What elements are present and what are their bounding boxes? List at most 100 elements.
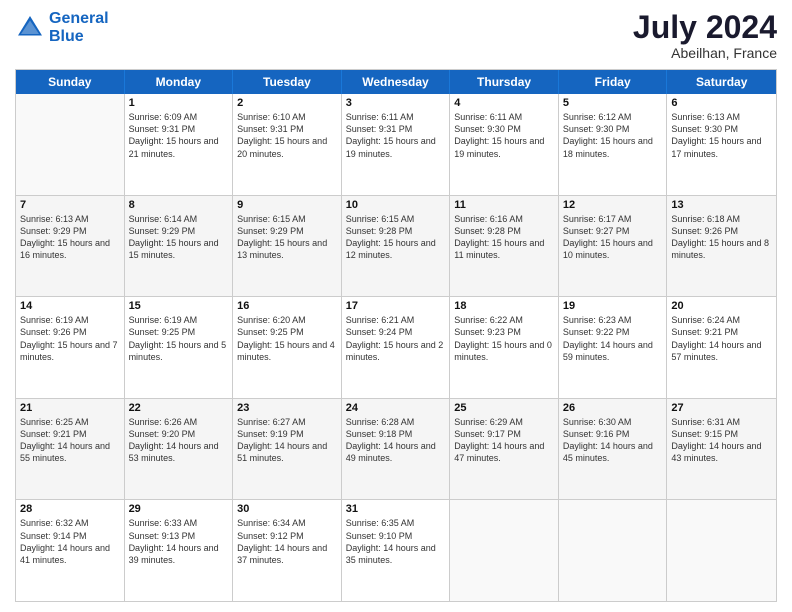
cell-details: Sunrise: 6:18 AM Sunset: 9:26 PM Dayligh… <box>671 213 772 262</box>
day-number: 25 <box>454 402 554 414</box>
calendar-body: 1 Sunrise: 6:09 AM Sunset: 9:31 PM Daylig… <box>16 94 776 601</box>
calendar-week-2: 7 Sunrise: 6:13 AM Sunset: 9:29 PM Daylig… <box>16 195 776 297</box>
cell-details: Sunrise: 6:13 AM Sunset: 9:30 PM Dayligh… <box>671 111 772 160</box>
day-number: 18 <box>454 300 554 312</box>
calendar-cell: 16Sunrise: 6:20 AM Sunset: 9:25 PM Dayli… <box>233 297 342 398</box>
cell-details: Sunrise: 6:16 AM Sunset: 9:28 PM Dayligh… <box>454 213 554 262</box>
calendar-week-4: 21 Sunrise: 6:25 AM Sunset: 9:21 PM Dayli… <box>16 398 776 500</box>
header-day-wednesday: Wednesday <box>342 70 451 94</box>
calendar-cell: 29 Sunrise: 6:33 AM Sunset: 9:13 PM Dayli… <box>125 500 234 601</box>
day-number: 20 <box>671 300 772 312</box>
calendar-cell: 22 Sunrise: 6:26 AM Sunset: 9:20 PM Dayli… <box>125 399 234 500</box>
day-number: 21 <box>20 402 120 414</box>
calendar-cell: 31Sunrise: 6:35 AM Sunset: 9:10 PM Dayli… <box>342 500 451 601</box>
cell-details: Sunrise: 6:31 AM Sunset: 9:15 PM Dayligh… <box>671 416 772 465</box>
calendar-cell: 3Sunrise: 6:11 AM Sunset: 9:31 PM Daylig… <box>342 94 451 195</box>
calendar-cell: 27 Sunrise: 6:31 AM Sunset: 9:15 PM Dayli… <box>667 399 776 500</box>
day-number: 24 <box>346 402 446 414</box>
calendar-cell: 15 Sunrise: 6:19 AM Sunset: 9:25 PM Dayli… <box>125 297 234 398</box>
header-day-sunday: Sunday <box>16 70 125 94</box>
calendar-cell: 18 Sunrise: 6:22 AM Sunset: 9:23 PM Dayli… <box>450 297 559 398</box>
calendar-header: SundayMondayTuesdayWednesdayThursdayFrid… <box>16 70 776 94</box>
logo-text: General Blue <box>49 10 109 45</box>
day-number: 10 <box>346 199 446 211</box>
month-title: July 2024 <box>633 10 777 45</box>
day-number: 14 <box>20 300 120 312</box>
calendar-cell: 5Sunrise: 6:12 AM Sunset: 9:30 PM Daylig… <box>559 94 668 195</box>
day-number: 19 <box>563 300 663 312</box>
day-number: 9 <box>237 199 337 211</box>
calendar-cell: 1 Sunrise: 6:09 AM Sunset: 9:31 PM Daylig… <box>125 94 234 195</box>
calendar: SundayMondayTuesdayWednesdayThursdayFrid… <box>15 69 777 602</box>
cell-details: Sunrise: 6:12 AM Sunset: 9:30 PM Dayligh… <box>563 111 663 160</box>
calendar-cell: 26 Sunrise: 6:30 AM Sunset: 9:16 PM Dayli… <box>559 399 668 500</box>
cell-details: Sunrise: 6:29 AM Sunset: 9:17 PM Dayligh… <box>454 416 554 465</box>
calendar-cell: 19 Sunrise: 6:23 AM Sunset: 9:22 PM Dayli… <box>559 297 668 398</box>
day-number: 27 <box>671 402 772 414</box>
calendar-cell: 13 Sunrise: 6:18 AM Sunset: 9:26 PM Dayli… <box>667 196 776 297</box>
cell-details: Sunrise: 6:34 AM Sunset: 9:12 PM Dayligh… <box>237 517 337 566</box>
cell-details: Sunrise: 6:35 AM Sunset: 9:10 PM Dayligh… <box>346 517 446 566</box>
cell-details: Sunrise: 6:19 AM Sunset: 9:26 PM Dayligh… <box>20 314 120 363</box>
day-number: 28 <box>20 503 120 515</box>
cell-details: Sunrise: 6:24 AM Sunset: 9:21 PM Dayligh… <box>671 314 772 363</box>
cell-details: Sunrise: 6:19 AM Sunset: 9:25 PM Dayligh… <box>129 314 229 363</box>
logo: General Blue <box>15 10 109 45</box>
calendar-week-1: 1 Sunrise: 6:09 AM Sunset: 9:31 PM Daylig… <box>16 94 776 195</box>
cell-details: Sunrise: 6:28 AM Sunset: 9:18 PM Dayligh… <box>346 416 446 465</box>
cell-details: Sunrise: 6:10 AM Sunset: 9:31 PM Dayligh… <box>237 111 337 160</box>
calendar-cell: 17 Sunrise: 6:21 AM Sunset: 9:24 PM Dayli… <box>342 297 451 398</box>
day-number: 12 <box>563 199 663 211</box>
day-number: 26 <box>563 402 663 414</box>
cell-details: Sunrise: 6:30 AM Sunset: 9:16 PM Dayligh… <box>563 416 663 465</box>
calendar-cell <box>450 500 559 601</box>
calendar-cell: 6Sunrise: 6:13 AM Sunset: 9:30 PM Daylig… <box>667 94 776 195</box>
cell-details: Sunrise: 6:13 AM Sunset: 9:29 PM Dayligh… <box>20 213 120 262</box>
cell-details: Sunrise: 6:23 AM Sunset: 9:22 PM Dayligh… <box>563 314 663 363</box>
day-number: 8 <box>129 199 229 211</box>
day-number: 2 <box>237 97 337 109</box>
header: General Blue July 2024 Abeilhan, France <box>15 10 777 61</box>
cell-details: Sunrise: 6:21 AM Sunset: 9:24 PM Dayligh… <box>346 314 446 363</box>
cell-details: Sunrise: 6:15 AM Sunset: 9:29 PM Dayligh… <box>237 213 337 262</box>
cell-details: Sunrise: 6:26 AM Sunset: 9:20 PM Dayligh… <box>129 416 229 465</box>
calendar-cell: 24 Sunrise: 6:28 AM Sunset: 9:18 PM Dayli… <box>342 399 451 500</box>
cell-details: Sunrise: 6:20 AM Sunset: 9:25 PM Dayligh… <box>237 314 337 363</box>
day-number: 30 <box>237 503 337 515</box>
calendar-cell: 23 Sunrise: 6:27 AM Sunset: 9:19 PM Dayli… <box>233 399 342 500</box>
header-day-friday: Friday <box>559 70 668 94</box>
cell-details: Sunrise: 6:32 AM Sunset: 9:14 PM Dayligh… <box>20 517 120 566</box>
calendar-cell: 30 Sunrise: 6:34 AM Sunset: 9:12 PM Dayli… <box>233 500 342 601</box>
cell-details: Sunrise: 6:09 AM Sunset: 9:31 PM Dayligh… <box>129 111 229 160</box>
calendar-cell: 7 Sunrise: 6:13 AM Sunset: 9:29 PM Daylig… <box>16 196 125 297</box>
day-number: 29 <box>129 503 229 515</box>
day-number: 17 <box>346 300 446 312</box>
cell-details: Sunrise: 6:11 AM Sunset: 9:30 PM Dayligh… <box>454 111 554 160</box>
day-number: 15 <box>129 300 229 312</box>
header-day-monday: Monday <box>125 70 234 94</box>
day-number: 11 <box>454 199 554 211</box>
calendar-cell: 25 Sunrise: 6:29 AM Sunset: 9:17 PM Dayli… <box>450 399 559 500</box>
title-block: July 2024 Abeilhan, France <box>633 10 777 61</box>
calendar-cell: 14 Sunrise: 6:19 AM Sunset: 9:26 PM Dayli… <box>16 297 125 398</box>
calendar-cell <box>559 500 668 601</box>
page: General Blue July 2024 Abeilhan, France … <box>0 0 792 612</box>
day-number: 22 <box>129 402 229 414</box>
header-day-thursday: Thursday <box>450 70 559 94</box>
cell-details: Sunrise: 6:22 AM Sunset: 9:23 PM Dayligh… <box>454 314 554 363</box>
calendar-cell: 12Sunrise: 6:17 AM Sunset: 9:27 PM Dayli… <box>559 196 668 297</box>
calendar-cell: 2 Sunrise: 6:10 AM Sunset: 9:31 PM Daylig… <box>233 94 342 195</box>
day-number: 23 <box>237 402 337 414</box>
day-number: 4 <box>454 97 554 109</box>
cell-details: Sunrise: 6:15 AM Sunset: 9:28 PM Dayligh… <box>346 213 446 262</box>
cell-details: Sunrise: 6:25 AM Sunset: 9:21 PM Dayligh… <box>20 416 120 465</box>
location: Abeilhan, France <box>633 45 777 61</box>
calendar-cell: 11 Sunrise: 6:16 AM Sunset: 9:28 PM Dayli… <box>450 196 559 297</box>
calendar-cell: 8Sunrise: 6:14 AM Sunset: 9:29 PM Daylig… <box>125 196 234 297</box>
cell-details: Sunrise: 6:27 AM Sunset: 9:19 PM Dayligh… <box>237 416 337 465</box>
day-number: 13 <box>671 199 772 211</box>
cell-details: Sunrise: 6:33 AM Sunset: 9:13 PM Dayligh… <box>129 517 229 566</box>
calendar-cell: 21 Sunrise: 6:25 AM Sunset: 9:21 PM Dayli… <box>16 399 125 500</box>
day-number: 1 <box>129 97 229 109</box>
day-number: 7 <box>20 199 120 211</box>
